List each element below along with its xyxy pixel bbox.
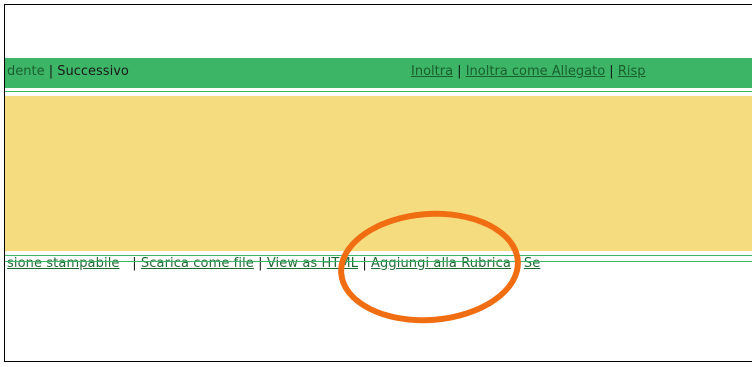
- divider-line: [5, 91, 752, 92]
- nav-separator: |: [453, 64, 466, 79]
- nav-prev-next: dente | Successivo: [7, 64, 129, 79]
- message-nav-bar: dente | Successivo Inoltra | Inoltra com…: [5, 58, 752, 88]
- action-separator: |: [132, 256, 137, 271]
- forward-link[interactable]: Inoltra: [411, 64, 453, 79]
- add-to-address-book-link[interactable]: Aggiungi alla Rubrica: [371, 256, 511, 271]
- action-separator: |: [515, 256, 520, 271]
- previous-link[interactable]: dente: [7, 64, 45, 79]
- forward-as-attachment-link[interactable]: Inoltra come Allegato: [466, 64, 605, 79]
- message-header-panel: sione stampabile | Scarica come file | V…: [5, 96, 752, 271]
- nav-separator: |: [44, 64, 58, 79]
- next-link[interactable]: Successivo: [57, 64, 129, 79]
- download-as-file-link[interactable]: Scarica come file: [141, 256, 254, 271]
- divider-line: [5, 255, 752, 256]
- reply-link[interactable]: Risp: [618, 64, 646, 79]
- printable-version-link[interactable]: sione stampabile: [7, 256, 120, 271]
- action-separator: |: [362, 256, 367, 271]
- nav-message-actions: Inoltra | Inoltra come Allegato | Risp: [411, 64, 646, 79]
- nav-separator: |: [605, 64, 618, 79]
- view-as-html-link[interactable]: View as HTML: [267, 256, 358, 271]
- more-actions-link[interactable]: Se: [524, 256, 540, 271]
- divider-line: [5, 261, 752, 262]
- message-action-row: sione stampabile | Scarica come file | V…: [7, 256, 540, 271]
- email-viewer-frame: dente | Successivo Inoltra | Inoltra com…: [4, 4, 752, 362]
- action-separator: |: [258, 256, 263, 271]
